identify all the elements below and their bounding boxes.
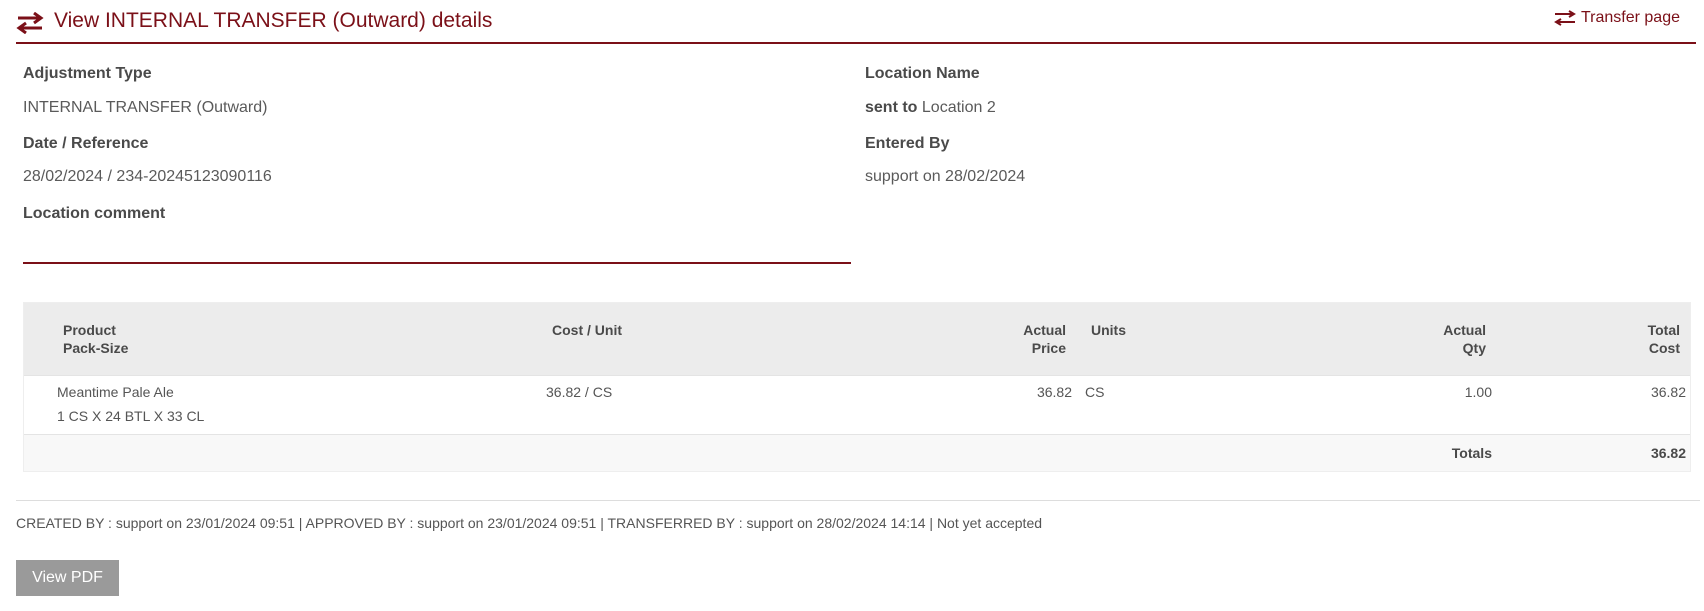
page-title: View INTERNAL TRANSFER (Outward) details — [54, 9, 493, 32]
date-reference-value: 28/02/2024 / 234-20245123090116 — [23, 168, 272, 185]
header-units: Units — [1091, 322, 1126, 338]
location-comment-field[interactable] — [23, 262, 851, 264]
transfer-page-label[interactable]: Transfer page — [1581, 9, 1680, 27]
page: View INTERNAL TRANSFER (Outward) details… — [0, 0, 1704, 611]
header-actual-price-line2: Price — [1031, 340, 1066, 356]
location-value: Location 2 — [921, 99, 996, 116]
transfer-page-link[interactable]: Transfer page — [1554, 9, 1680, 27]
entered-by-label: Entered By — [865, 135, 950, 152]
adjustment-type-value: INTERNAL TRANSFER (Outward) — [23, 99, 268, 116]
totals-row: Totals 36.82 — [24, 434, 1690, 471]
header-actual-price-line1: Actual — [1023, 322, 1066, 338]
header-product-label: Product — [63, 322, 116, 338]
entered-by-value: support on 28/02/2024 — [865, 168, 1026, 185]
cell-units: CS — [1085, 384, 1105, 400]
header-actual-price: Actual Price — [1023, 321, 1066, 357]
header-cost-unit: Cost / Unit — [552, 322, 622, 338]
location-name-label: Location Name — [865, 65, 980, 82]
cell-actual-qty: 1.00 — [1464, 384, 1492, 400]
date-reference-label: Date / Reference — [23, 135, 149, 152]
page-header: View INTERNAL TRANSFER (Outward) details… — [16, 0, 1696, 44]
cell-total-cost: 36.82 — [1650, 384, 1686, 400]
product-pack-size: 1 CS X 24 BTL X 33 CL — [57, 408, 205, 424]
cell-product: Meantime Pale Ale 1 CS X 24 BTL X 33 CL — [57, 380, 204, 428]
header-pack-size-label: Pack-Size — [63, 340, 129, 356]
audit-trail: CREATED BY : support on 23/01/2024 09:51… — [16, 515, 1043, 531]
location-name-value: sent to Location 2 — [865, 99, 996, 117]
transfer-items-table: Product Pack-Size Cost / Unit Actual Pri… — [23, 302, 1691, 472]
totals-label: Totals — [1451, 445, 1492, 461]
table-header: Product Pack-Size Cost / Unit Actual Pri… — [24, 303, 1690, 375]
location-prefix: sent to — [865, 99, 918, 116]
header-product: Product Pack-Size — [63, 321, 128, 357]
product-name: Meantime Pale Ale — [57, 384, 174, 400]
header-total-cost-line2: Cost — [1648, 340, 1680, 356]
cell-actual-price: 36.82 — [1036, 384, 1072, 400]
divider — [16, 500, 1700, 501]
header-total-cost-line1: Total — [1647, 322, 1680, 338]
header-actual-qty: Actual Qty — [1443, 321, 1486, 357]
totals-value: 36.82 — [1650, 445, 1686, 461]
view-pdf-button[interactable]: View PDF — [16, 560, 119, 596]
table-row: Meantime Pale Ale 1 CS X 24 BTL X 33 CL … — [24, 375, 1690, 434]
header-total-cost: Total Cost — [1648, 321, 1680, 357]
header-actual-qty-line2: Qty — [1462, 340, 1486, 356]
header-actual-qty-line1: Actual — [1443, 322, 1486, 338]
cell-cost-unit: 36.82 / CS — [546, 384, 613, 400]
transfer-arrows-icon — [16, 12, 44, 34]
location-comment-label: Location comment — [23, 205, 166, 222]
adjustment-type-label: Adjustment Type — [23, 65, 152, 82]
transfer-arrows-icon — [1554, 10, 1576, 26]
